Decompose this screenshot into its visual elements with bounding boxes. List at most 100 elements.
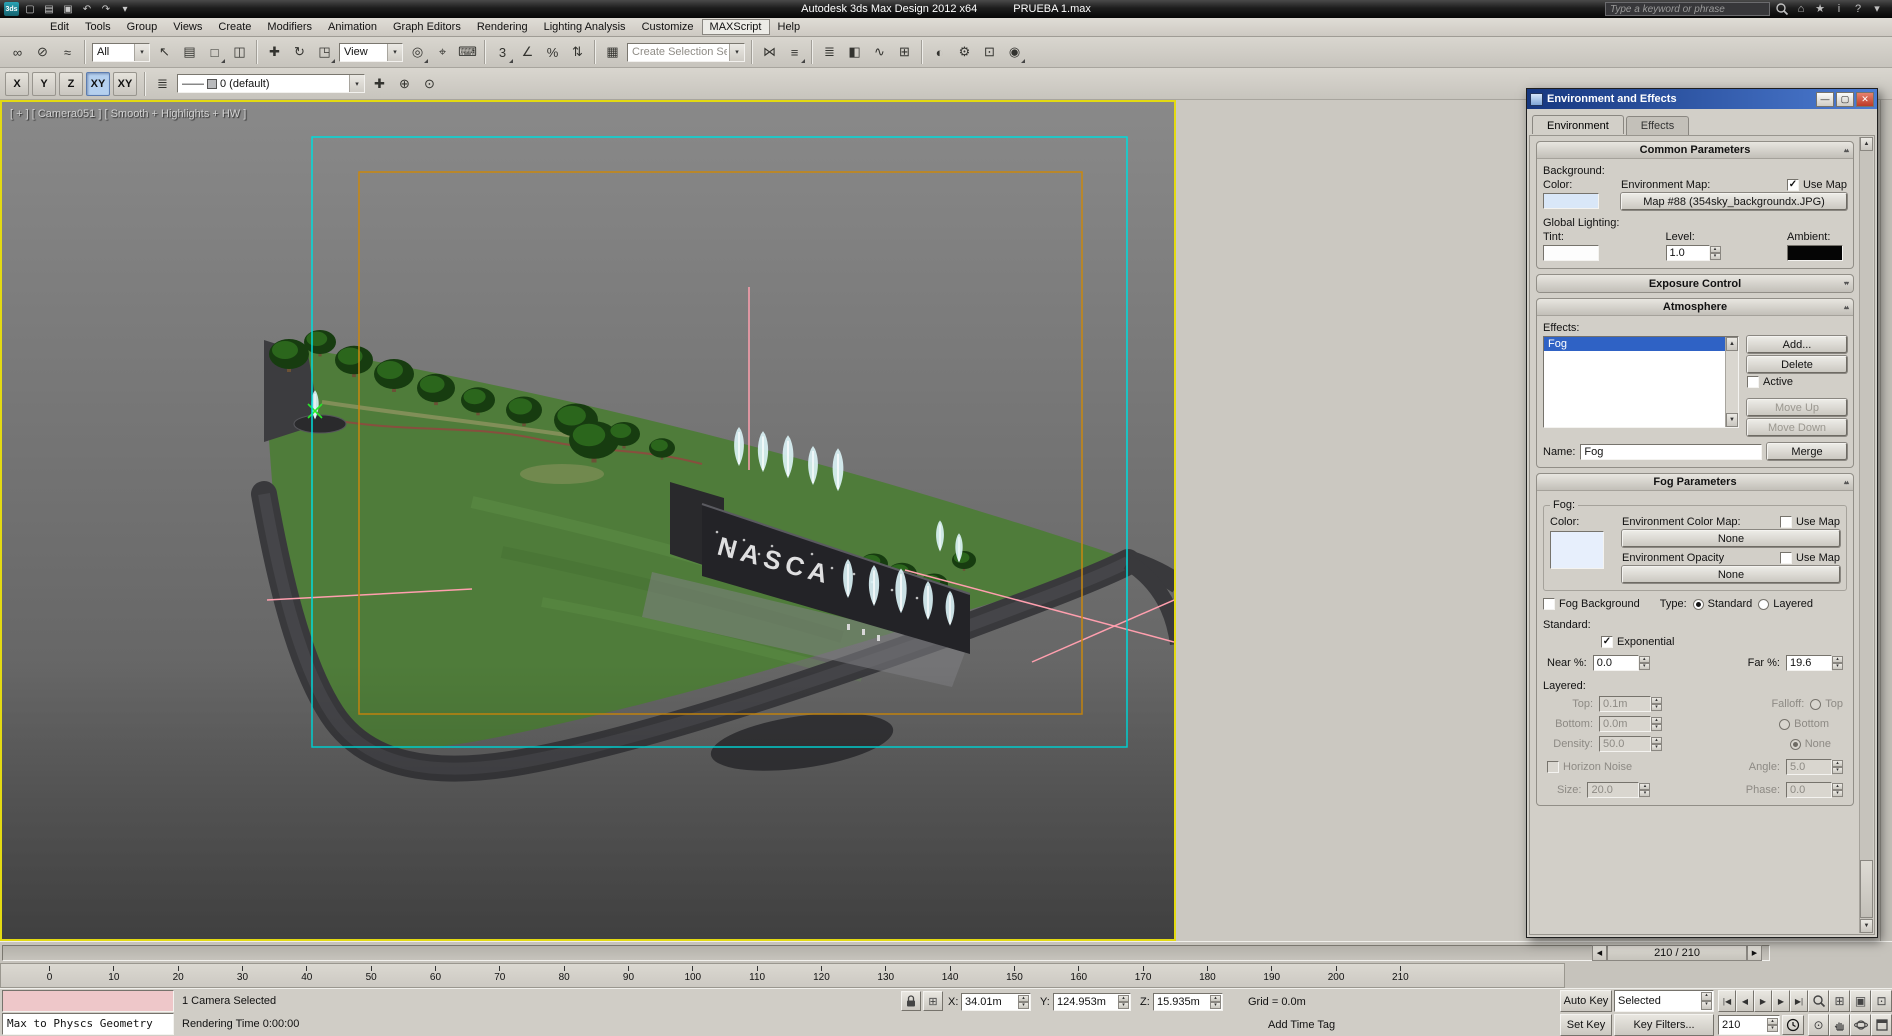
goto-end-icon[interactable]: ▶|	[1790, 990, 1808, 1012]
move-up-button[interactable]: Move Up	[1747, 399, 1847, 416]
save-file-icon[interactable]: ▣	[60, 2, 76, 17]
absolute-offset-icon[interactable]: ⊞	[923, 991, 943, 1011]
add-selection-to-layer-icon[interactable]: ⊕	[392, 71, 417, 96]
select-and-manipulate-icon[interactable]: ⌖	[430, 40, 455, 65]
zoom-all-icon[interactable]: ⊞	[1829, 990, 1850, 1012]
size-field[interactable]: 20.0	[1587, 782, 1639, 798]
redo-icon[interactable]: ↷	[98, 2, 114, 17]
axis-z-button[interactable]: Z	[59, 72, 83, 96]
keyboard-override-icon[interactable]: ⌨	[455, 40, 480, 65]
menu-maxscript[interactable]: MAXScript	[702, 19, 770, 35]
chevron-down-icon[interactable]: ▾	[134, 44, 149, 61]
falloff-top-radio[interactable]: Top	[1810, 698, 1843, 710]
phase-field[interactable]: 0.0	[1786, 782, 1832, 798]
menu-rendering[interactable]: Rendering	[469, 19, 536, 35]
menu-help[interactable]: Help	[770, 19, 809, 35]
spinner-snap-icon[interactable]: ⇅	[565, 40, 590, 65]
open-file-icon[interactable]: ▤	[41, 2, 57, 17]
minimize-icon[interactable]: —	[1816, 92, 1834, 107]
current-frame-field[interactable]: 210 ▴▾	[1718, 1015, 1780, 1035]
layer-dropdown[interactable]: — — 0 (default) ▾	[177, 74, 365, 93]
render-setup-icon[interactable]: ⚙	[952, 40, 977, 65]
select-and-rotate-icon[interactable]: ↻	[287, 40, 312, 65]
delete-effect-button[interactable]: Delete	[1747, 356, 1847, 373]
previous-key-icon[interactable]: ◀	[1592, 945, 1607, 961]
new-file-icon[interactable]: ▢	[22, 2, 38, 17]
chevron-down-icon[interactable]: ▾	[349, 75, 364, 92]
density-spinner[interactable]: ▴▾	[1651, 737, 1662, 751]
level-field[interactable]: 1.0	[1666, 245, 1710, 261]
play-icon[interactable]: ▶	[1754, 990, 1772, 1012]
axis-xy-flyout-button[interactable]: XY	[113, 72, 137, 96]
axis-x-button[interactable]: X	[5, 72, 29, 96]
auto-key-button[interactable]: Auto Key	[1560, 990, 1612, 1012]
ambient-swatch[interactable]	[1787, 245, 1843, 261]
move-down-button[interactable]: Move Down	[1747, 419, 1847, 436]
select-and-link-icon[interactable]: ∞	[5, 40, 30, 65]
create-new-layer-icon[interactable]: ✚	[367, 71, 392, 96]
bind-to-space-warp-icon[interactable]: ≈	[55, 40, 80, 65]
tint-swatch[interactable]	[1543, 245, 1599, 261]
density-field[interactable]: 50.0	[1599, 736, 1651, 752]
menu-group[interactable]: Group	[119, 19, 166, 35]
bottom-field[interactable]: 0.0m	[1599, 716, 1651, 732]
search-icon[interactable]	[1775, 2, 1789, 16]
zoom-extents-all-icon[interactable]: ⊡	[1871, 990, 1892, 1012]
near-spinner[interactable]: ▴▾	[1639, 656, 1650, 670]
select-and-move-icon[interactable]: ✚	[262, 40, 287, 65]
schematic-view-icon[interactable]: ⊞	[892, 40, 917, 65]
undo-icon[interactable]: ↶	[79, 2, 95, 17]
time-configuration-icon[interactable]	[1782, 1015, 1804, 1035]
pan-icon[interactable]	[1829, 1014, 1850, 1036]
orbit-icon[interactable]	[1850, 1014, 1871, 1036]
scrollbar-thumb[interactable]	[1860, 860, 1873, 918]
bottom-spinner[interactable]: ▴▾	[1651, 717, 1662, 731]
z-coord-field[interactable]: 15.935m ▴▾	[1153, 993, 1223, 1011]
dialog-titlebar[interactable]: Environment and Effects — ▢ ✕	[1527, 89, 1877, 109]
select-objects-in-layer-icon[interactable]: ⊙	[417, 71, 442, 96]
selection-filter-dropdown[interactable]: All ▾	[92, 43, 150, 62]
unlink-selection-icon[interactable]: ⊘	[30, 40, 55, 65]
search-input[interactable]	[1605, 2, 1770, 16]
falloff-none-radio[interactable]: None	[1790, 738, 1831, 750]
effects-list-item-fog[interactable]: Fog	[1544, 337, 1738, 351]
chevron-down-icon[interactable]: ▾	[387, 44, 402, 61]
trackbar-ruler[interactable]: 0 10 20 30 40 50	[0, 963, 1565, 988]
use-pivot-center-icon[interactable]: ◎	[405, 40, 430, 65]
curve-editor-icon[interactable]: ∿	[867, 40, 892, 65]
fog-color-use-map-checkbox[interactable]: Use Map	[1780, 516, 1840, 528]
viewport-label[interactable]: [ + ] [ Camera051 ] [ Smooth + Highlight…	[10, 108, 246, 120]
align-icon[interactable]: ≡	[782, 40, 807, 65]
add-effect-button[interactable]: Add...	[1747, 336, 1847, 353]
edit-named-sets-icon[interactable]: ▦	[600, 40, 625, 65]
dialog-scrollbar[interactable]: ▲ ▼	[1859, 137, 1873, 933]
select-and-scale-icon[interactable]: ◳	[312, 40, 337, 65]
select-object-icon[interactable]: ↖	[152, 40, 177, 65]
horizon-noise-checkbox[interactable]: Horizon Noise	[1547, 761, 1632, 773]
size-spinner[interactable]: ▴▾	[1639, 783, 1650, 797]
maximize-icon[interactable]: ▢	[1836, 92, 1854, 107]
manage-layers-icon[interactable]: ≣	[817, 40, 842, 65]
type-standard-radio[interactable]: Standard	[1693, 598, 1753, 610]
menu-modifiers[interactable]: Modifiers	[259, 19, 320, 35]
exponential-checkbox[interactable]: ✓ Exponential	[1601, 636, 1675, 648]
selection-region-icon[interactable]: □	[202, 40, 227, 65]
z-spinner[interactable]: ▴▾	[1210, 995, 1221, 1009]
help-icon[interactable]: ?	[1851, 2, 1865, 16]
render-production-icon[interactable]: ◉	[1002, 40, 1027, 65]
use-map-checkbox[interactable]: ✓ Use Map	[1787, 179, 1847, 191]
next-frame-icon[interactable]: ▶	[1772, 990, 1790, 1012]
info-center-icon[interactable]: i	[1832, 2, 1846, 16]
fog-color-swatch[interactable]	[1550, 531, 1604, 569]
y-spinner[interactable]: ▴▾	[1118, 995, 1129, 1009]
menu-edit[interactable]: Edit	[42, 19, 77, 35]
far-spinner[interactable]: ▴▾	[1832, 656, 1843, 670]
x-spinner[interactable]: ▴▾	[1018, 995, 1029, 1009]
maxscript-mini-listener[interactable]: Max to Physcs Geometry	[2, 1013, 174, 1035]
menu-tools[interactable]: Tools	[77, 19, 119, 35]
type-layered-radio[interactable]: Layered	[1758, 598, 1813, 610]
zoom-icon[interactable]	[1808, 990, 1829, 1012]
menu-customize[interactable]: Customize	[634, 19, 702, 35]
scroll-up-icon[interactable]: ▲	[1860, 137, 1873, 151]
reference-coordinate-dropdown[interactable]: View ▾	[339, 43, 403, 62]
